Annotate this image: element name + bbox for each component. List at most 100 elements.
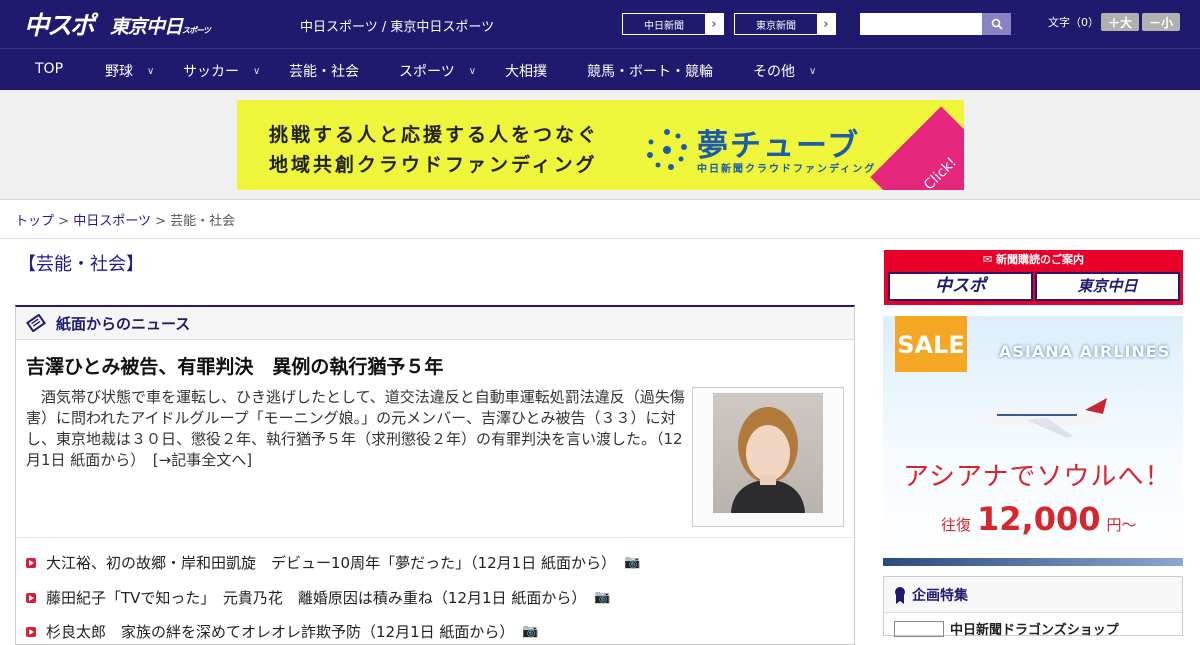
nav-label: 競馬・ボート・競輪 xyxy=(587,64,713,80)
breadcrumb-section[interactable]: 中日スポーツ xyxy=(73,214,151,229)
chunichi-shimbun-label: 中日新聞 xyxy=(644,20,684,32)
newspaper-icon xyxy=(26,314,46,332)
nav-item-sports[interactable]: スポーツ ∨ xyxy=(399,61,476,81)
news-box-title: 紙面からのニュース xyxy=(56,314,191,333)
breadcrumb-current: 芸能・社会 xyxy=(170,214,236,229)
subscription-header: ✉ 新聞購読のご案内 xyxy=(982,253,1085,266)
subscribe-chuspo-button[interactable]: 中スポ xyxy=(888,272,1033,301)
font-bigger-button[interactable]: ＋大 xyxy=(1101,13,1139,31)
chunichi-shimbun-button[interactable]: 中日新聞 › xyxy=(622,13,724,35)
price-prefix: 往復 xyxy=(941,516,972,534)
crowdfunding-banner-ad[interactable]: 挑戦する人と応援する人をつなぐ 地域共創クラウドファンディング 夢チューブ 中日… xyxy=(237,100,964,190)
list-item[interactable]: 杉良太郎 家族の絆を深めてオレオレ詐欺予防（12月1日 紙面から） 📷 xyxy=(26,621,539,642)
feature-item[interactable]: 中日新聞ドラゴンズショップ xyxy=(894,619,1119,638)
ad-line-2: 地域共創クラウドファンディング xyxy=(269,154,598,176)
site-title: 中日スポーツ / 東京中日スポーツ xyxy=(300,20,495,35)
airline-name: ASIANA AIRLINES xyxy=(999,342,1171,361)
tokyo-shimbun-button[interactable]: 東京新聞 › xyxy=(734,13,836,35)
chuspo-logo[interactable]: 中スポ xyxy=(24,6,95,42)
nav-label: 野球 xyxy=(105,64,133,80)
ad-brand-sub: 中日新聞クラウドファンディング xyxy=(697,164,877,175)
feature-title: 企画特集 xyxy=(912,587,968,604)
chevron-right-icon: › xyxy=(705,14,723,34)
subscription-title: 新聞購読のご案内 xyxy=(996,253,1085,266)
camera-icon: 📷 xyxy=(594,590,611,605)
search-button[interactable] xyxy=(982,13,1011,35)
portrait-image xyxy=(713,393,823,513)
subscribe-tokyo-chunichi-button[interactable]: 東京中日 xyxy=(1035,272,1180,301)
nav-label: その他 xyxy=(753,64,795,80)
banner-ad-area: 挑戦する人と応援する人をつなぐ 地域共創クラウドファンディング 夢チューブ 中日… xyxy=(0,90,1200,200)
breadcrumb-sep: > xyxy=(58,214,70,229)
list-item[interactable]: 藤田紀子「TVで知った」 元貴乃花 離婚原因は積み重ね（12月1日 紙面から） 📷 xyxy=(26,587,611,608)
tokyo-shimbun-label: 東京新聞 xyxy=(756,20,796,32)
airline-ad[interactable]: SALE ASIANA AIRLINES アシアナでソウルへ！ 往復 12,000… xyxy=(883,316,1183,566)
chevron-right-icon: › xyxy=(817,14,835,34)
breadcrumb: トップ > 中日スポーツ > 芸能・社会 xyxy=(15,210,235,229)
bullet-icon xyxy=(26,557,36,568)
search-box xyxy=(860,13,1011,35)
camera-icon: 📷 xyxy=(624,555,641,570)
nav-label: 大相撲 xyxy=(505,64,547,80)
feature-item-label: 中日新聞ドラゴンズショップ xyxy=(950,623,1119,638)
divider xyxy=(16,537,854,538)
font-size-label: 文字（0） xyxy=(1048,16,1099,29)
ad-copy: アシアナでソウルへ！ xyxy=(903,462,1172,492)
price-suffix: 円～ xyxy=(1106,516,1137,534)
yume-tube-dots-icon xyxy=(647,129,687,170)
site-header: 中スポ 東京中日スポーツ 中日スポーツ / 東京中日スポーツ 中日新聞 › 東京新… xyxy=(0,0,1200,48)
price-value: 12,000 xyxy=(977,500,1101,538)
nav-item-sumo[interactable]: 大相撲 xyxy=(505,61,547,81)
divider xyxy=(0,238,1200,239)
nav-item-baseball[interactable]: 野球 ∨ xyxy=(105,61,154,81)
search-icon xyxy=(991,18,1003,30)
lead-article-photo[interactable] xyxy=(692,387,844,527)
nav-item-other[interactable]: その他 ∨ xyxy=(753,61,816,81)
list-item-text: 杉良太郎 家族の絆を深めてオレオレ詐欺予防（12月1日 紙面から） xyxy=(46,623,515,641)
lead-article-text[interactable]: 酒気帯び状態で車を運転し、ひき逃げしたとして、道交法違反と自動車運転処罰法違反（… xyxy=(26,387,686,471)
feature-box: 企画特集 中日新聞ドラゴンズショップ xyxy=(883,576,1183,638)
feature-thumb-icon xyxy=(894,620,944,637)
portrait-figure xyxy=(731,407,805,513)
chevron-down-icon: ∨ xyxy=(147,65,155,77)
chevron-down-icon: ∨ xyxy=(468,65,477,77)
feature-header: 企画特集 xyxy=(884,577,1182,613)
ribbon-icon xyxy=(895,586,905,604)
nav-label: サッカー xyxy=(183,64,239,80)
tokyo-logo-small: スポーツ xyxy=(182,26,211,35)
chevron-down-icon: ∨ xyxy=(809,65,817,77)
list-item-text: 大江裕、初の故郷・岸和田凱旋 デビュー10周年「夢だった」（12月1日 紙面から… xyxy=(46,554,616,572)
camera-icon: 📷 xyxy=(522,624,539,639)
list-item[interactable]: 大江裕、初の故郷・岸和田凱旋 デビュー10周年「夢だった」（12月1日 紙面から… xyxy=(26,552,640,573)
subscription-box: ✉ 新聞購読のご案内 中スポ 東京中日 xyxy=(884,250,1183,305)
bullet-icon xyxy=(26,626,36,637)
ad-line-1: 挑戦する人と応援する人をつなぐ xyxy=(269,124,600,146)
nav-item-racing[interactable]: 競馬・ボート・競輪 xyxy=(587,61,713,81)
ad-brand: 夢チューブ xyxy=(697,128,861,164)
nav-item-entertainment[interactable]: 芸能・社会 xyxy=(289,61,359,81)
sale-badge: SALE xyxy=(895,316,967,372)
tokyo-chunichi-logo[interactable]: 東京中日スポーツ xyxy=(110,12,211,39)
nav-label: TOP xyxy=(35,61,64,77)
nav-label: スポーツ xyxy=(399,64,455,80)
news-box-header: 紙面からのニュース xyxy=(16,307,854,340)
nav-label: 芸能・社会 xyxy=(289,64,359,80)
list-item-text: 藤田紀子「TVで知った」 元貴乃花 離婚原因は積み重ね（12月1日 紙面から） xyxy=(46,589,587,607)
tokyo-logo-text: 東京中日 xyxy=(110,16,183,38)
ad-price: 往復 12,000 円～ xyxy=(941,500,1137,538)
bullet-icon xyxy=(26,592,36,603)
main-nav: TOP 野球 ∨ サッカー ∨ 芸能・社会 スポーツ ∨ 大相撲 競馬・ボート・競輪 … xyxy=(0,48,1200,90)
lead-article-title[interactable]: 吉澤ひとみ被告、有罪判決 異例の執行猶予５年 xyxy=(26,352,443,379)
page-title: 【芸能・社会】 xyxy=(18,254,144,275)
chevron-down-icon: ∨ xyxy=(253,65,261,77)
breadcrumb-sep: > xyxy=(155,214,166,229)
ad-click-corner xyxy=(870,106,964,190)
nav-item-soccer[interactable]: サッカー ∨ xyxy=(183,61,260,81)
font-smaller-button[interactable]: －小 xyxy=(1142,13,1180,31)
ad-bottom-band xyxy=(883,558,1183,566)
nav-item-top[interactable]: TOP xyxy=(35,61,63,77)
breadcrumb-home[interactable]: トップ xyxy=(15,214,54,229)
airplane-icon xyxy=(980,398,1107,438)
search-input[interactable] xyxy=(860,13,982,35)
news-box: 紙面からのニュース 吉澤ひとみ被告、有罪判決 異例の執行猶予５年 酒気帯び状態で… xyxy=(15,305,855,645)
